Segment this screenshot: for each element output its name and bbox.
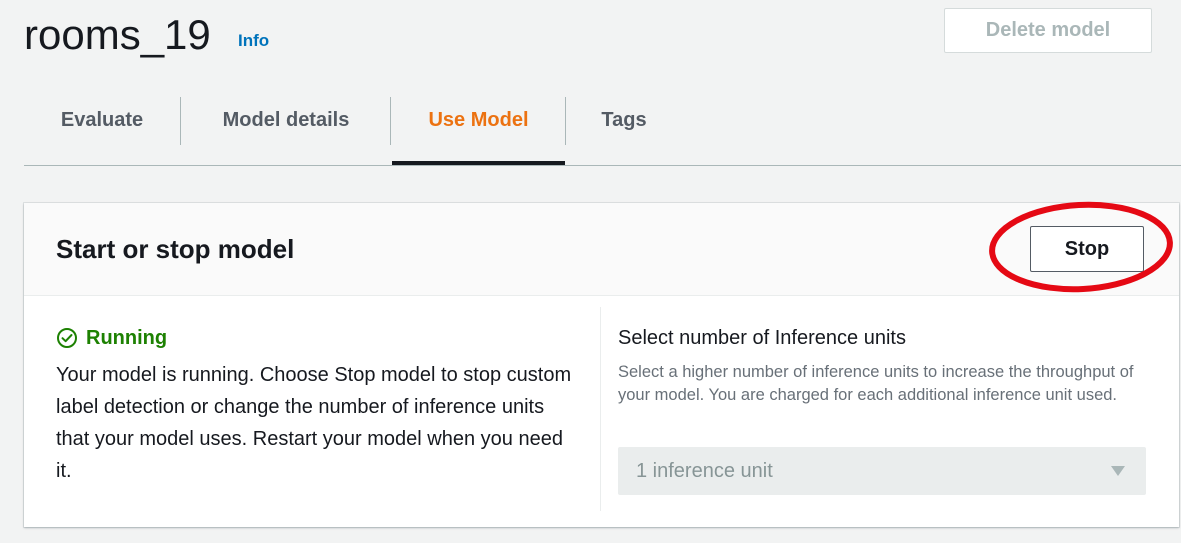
tabs-divider: [24, 165, 1181, 166]
model-page: rooms_19 Info Delete model Evaluate Mode…: [0, 0, 1181, 543]
inference-units-select[interactable]: 1 inference unit: [618, 447, 1146, 495]
tab-model-details[interactable]: Model details: [181, 90, 391, 164]
stop-button[interactable]: Stop: [1030, 226, 1144, 272]
tab-evaluate[interactable]: Evaluate: [24, 90, 180, 164]
panel-header: Start or stop model Stop: [24, 201, 1179, 296]
tab-tags[interactable]: Tags: [566, 90, 682, 164]
delete-model-button[interactable]: Delete model: [944, 8, 1152, 53]
tab-bar: Evaluate Model details Use Model Tags: [24, 90, 1181, 166]
tab-use-model[interactable]: Use Model: [392, 90, 565, 164]
inference-units-help: Select a higher number of inference unit…: [618, 363, 1134, 404]
info-link[interactable]: Info: [238, 30, 269, 52]
panel-title: Start or stop model: [56, 234, 295, 264]
status-indicator: Running: [56, 325, 167, 351]
status-description: Your model is running. Choose Stop model…: [56, 364, 572, 482]
start-stop-panel: Start or stop model Stop Running Your mo…: [24, 201, 1179, 527]
caret-down-icon: [1111, 466, 1125, 476]
column-divider: [600, 307, 601, 511]
tab-separator: [390, 97, 391, 145]
inference-units-label: Select number of Inference units: [618, 327, 906, 349]
check-circle-icon: [57, 328, 77, 348]
page-title: rooms_19: [24, 11, 211, 58]
status-text: Running: [86, 327, 168, 349]
inference-units-value: 1 inference unit: [636, 460, 773, 482]
